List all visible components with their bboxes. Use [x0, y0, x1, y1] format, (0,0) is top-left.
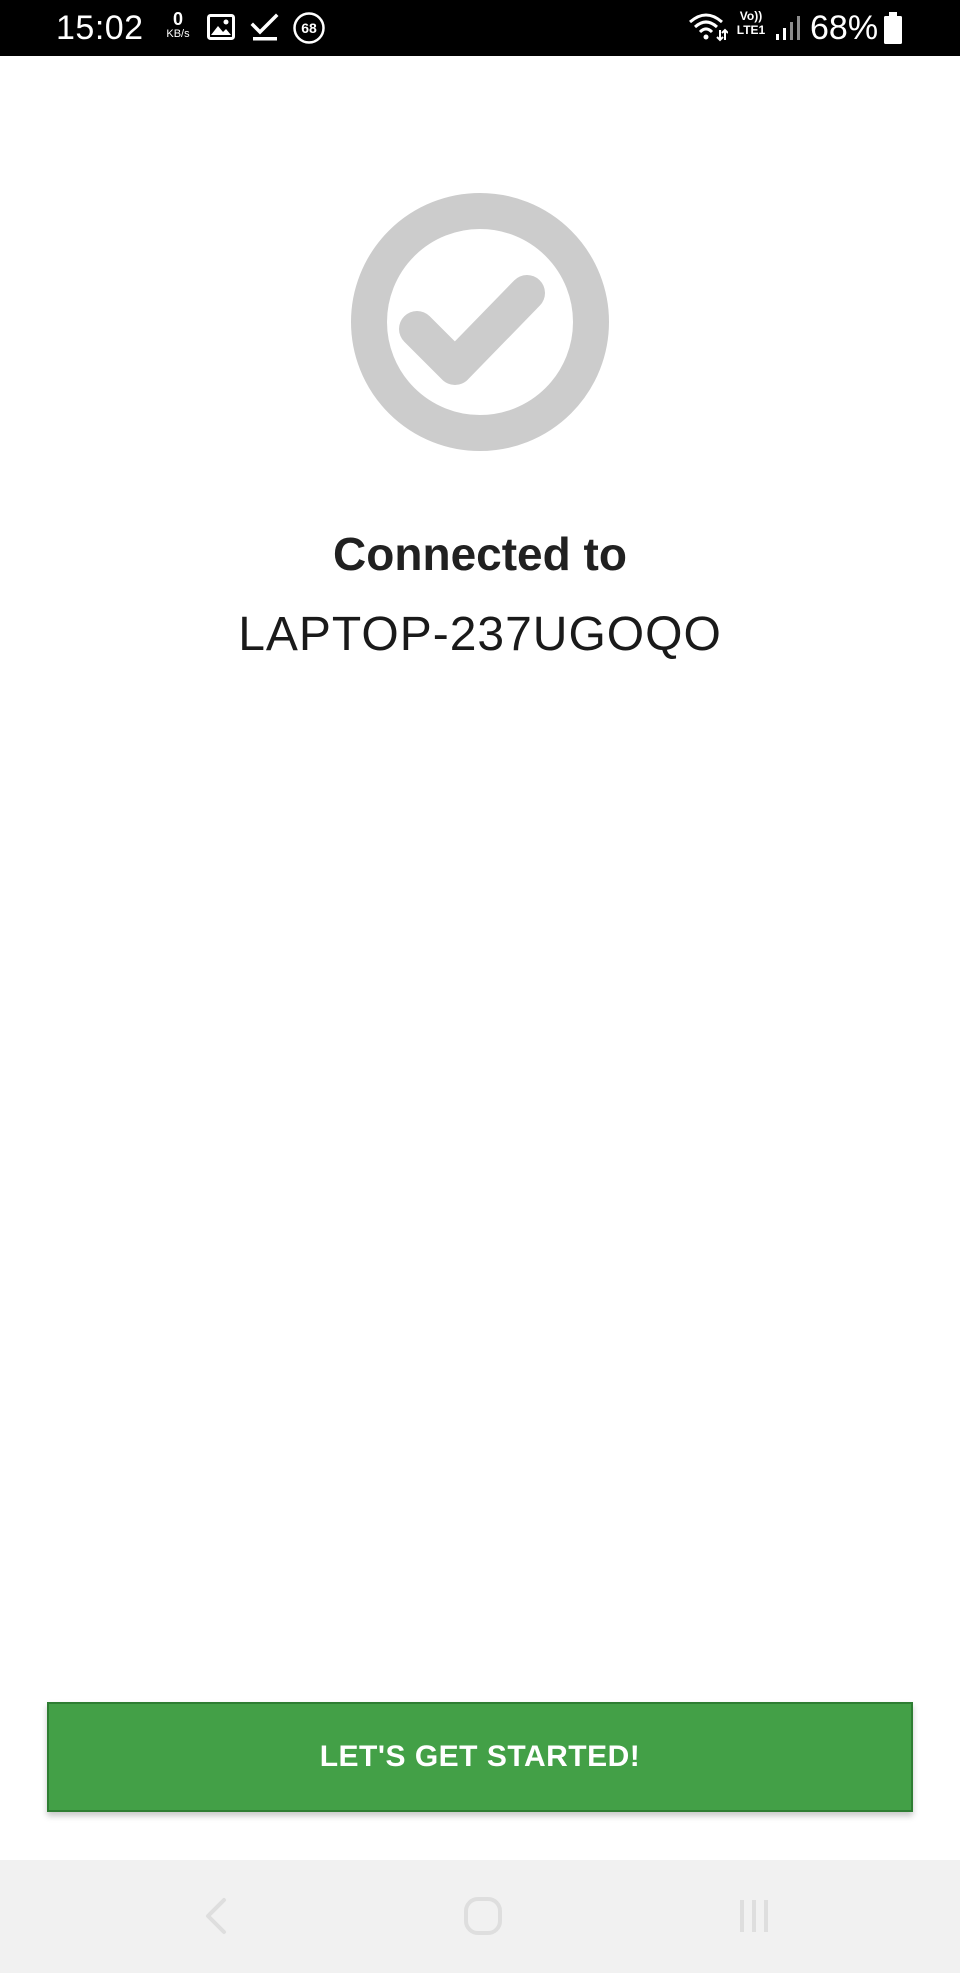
signal-icon	[776, 16, 800, 40]
connected-title: Connected to	[333, 528, 627, 580]
home-icon[interactable]	[461, 1894, 505, 1938]
get-started-button[interactable]: LET'S GET STARTED!	[47, 1702, 913, 1812]
status-bar: 15:02 0 KB/s 68 Vo)) LTE1 68%	[0, 0, 960, 56]
data-speed-value: 0	[172, 9, 183, 29]
wifi-icon	[689, 13, 728, 42]
volte-icon: Vo)) LTE1	[731, 10, 771, 36]
status-time: 15:02	[56, 9, 144, 47]
lte-label: LTE1	[736, 23, 766, 37]
recents-icon[interactable]	[732, 1894, 776, 1938]
volte-label: Vo))	[739, 9, 763, 23]
data-speed-indicator: 0 KB/s	[158, 10, 198, 40]
gallery-icon	[207, 14, 235, 40]
back-icon[interactable]	[196, 1894, 236, 1938]
check-circle-icon	[351, 193, 609, 451]
data-speed-unit: KB/s	[166, 28, 190, 40]
battery-percent: 68%	[810, 9, 879, 47]
device-name: LAPTOP-237UGOQO	[238, 608, 722, 661]
download-done-icon	[250, 13, 279, 41]
navigation-bar	[0, 1860, 960, 1973]
notification-count-icon: 68	[293, 12, 325, 44]
battery-icon	[884, 12, 902, 44]
notification-count: 68	[301, 20, 317, 36]
